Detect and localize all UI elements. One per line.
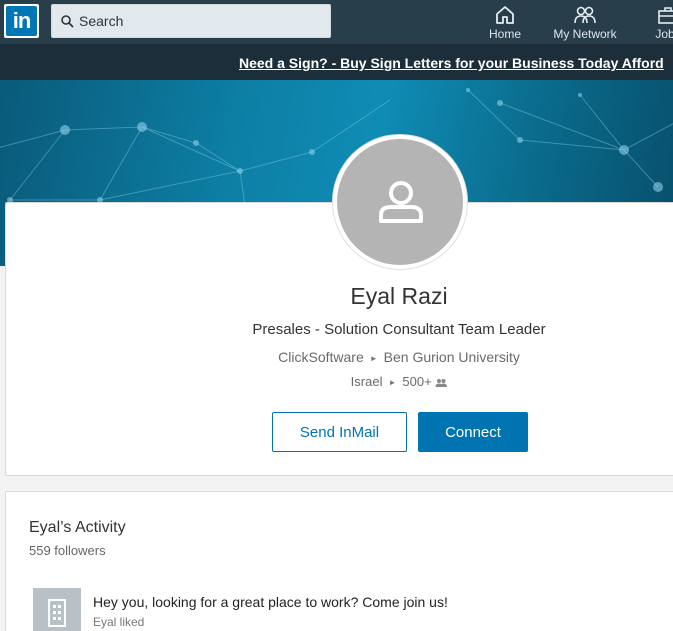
activity-title: Eyal’s Activity (29, 519, 126, 536)
profile-location: Israel (350, 374, 383, 389)
activity-card (5, 491, 673, 631)
post-thumbnail[interactable] (33, 588, 81, 631)
send-inmail-button[interactable]: Send InMail (272, 412, 407, 452)
network-icon (574, 6, 596, 24)
briefcase-icon (658, 7, 673, 24)
logo-text[interactable]: in (6, 6, 37, 36)
activity-followers: 559 followers (29, 543, 106, 558)
home-icon (496, 6, 514, 24)
profile-company[interactable]: ClickSoftware (278, 349, 364, 365)
post-text[interactable]: Hey you, looking for a great place to wo… (93, 594, 448, 610)
nav-item-home[interactable]: Home (485, 0, 525, 44)
profile-connections: 500+ (402, 374, 432, 389)
ad-banner: Need a Sign? - Buy Sign Letters for your… (0, 44, 673, 80)
nav-item-jobs[interactable]: Jobs (648, 0, 673, 44)
avatar-placeholder (337, 139, 463, 265)
post-subtext: Eyal liked (93, 615, 145, 629)
profile-name: Eyal Razi (350, 283, 448, 309)
separator-icon: ► (388, 378, 397, 388)
search-icon (61, 15, 74, 28)
nav-label-my-network: My Network (553, 27, 617, 41)
top-nav: in Home My Network Jobs (0, 0, 673, 44)
nav-label-home: Home (488, 27, 521, 41)
nav-item-my-network[interactable]: My Network (550, 0, 620, 44)
profile-location-connections: Israel ► 500+ (0, 374, 673, 389)
connections-icon (435, 379, 448, 388)
separator-icon: ► (369, 353, 378, 363)
person-icon (379, 181, 423, 223)
profile-headline: Presales - Solution Consultant Team Lead… (252, 321, 546, 338)
ad-link[interactable]: Need a Sign? - Buy Sign Letters for your… (239, 55, 664, 71)
linkedin-logo[interactable]: in (4, 4, 39, 38)
search-box[interactable] (51, 4, 331, 38)
search-input[interactable] (79, 10, 319, 32)
company-building-icon (48, 599, 66, 627)
connect-button[interactable]: Connect (418, 412, 528, 452)
profile-company-school: ClickSoftware ► Ben Gurion University (0, 349, 673, 365)
profile-school[interactable]: Ben Gurion University (384, 349, 520, 365)
profile-avatar[interactable] (333, 135, 467, 269)
nav-label-jobs: Jobs (655, 27, 673, 41)
